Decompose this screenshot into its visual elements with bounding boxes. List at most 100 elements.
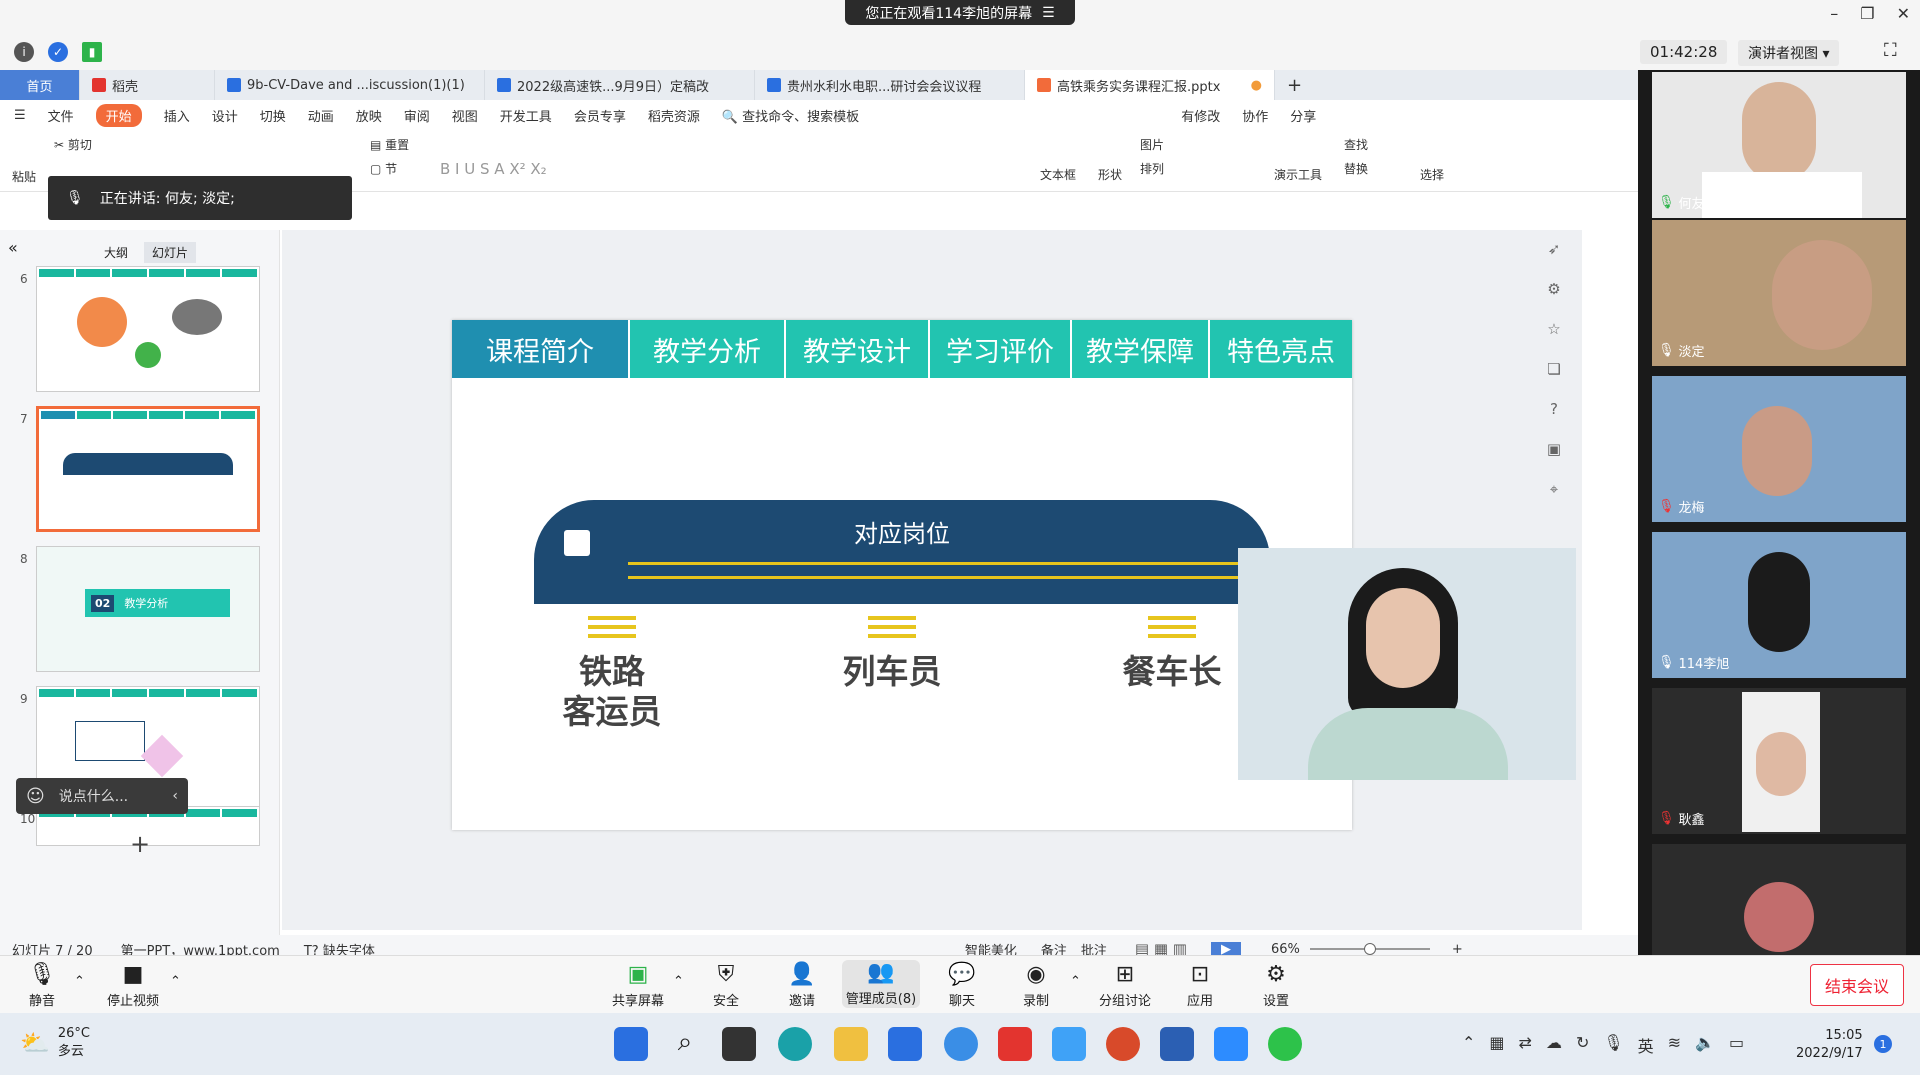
start-icon[interactable]	[614, 1027, 648, 1061]
settings-button[interactable]: ⚙ 设置	[1256, 962, 1296, 1009]
command-search[interactable]: 🔍 查找命令、搜索模板	[722, 106, 859, 125]
video-tile[interactable]: 🎙 龙梅	[1652, 376, 1906, 522]
tab-outline[interactable]: 大纲	[96, 242, 136, 263]
menu-design[interactable]: 设计	[212, 106, 238, 125]
weather-widget[interactable]: ⛅ 26°C 多云	[20, 1025, 90, 1061]
presentation-tools-button[interactable]: 演示工具	[1274, 166, 1322, 183]
tab-doc-2[interactable]: 2022级高速铁...9月9日）定稿改	[485, 70, 755, 100]
settings-icon[interactable]: ⚙	[1547, 280, 1560, 298]
slide-thumbnail-7[interactable]	[36, 406, 260, 532]
minimize-icon[interactable]: –	[1830, 4, 1838, 23]
volume-icon[interactable]: 🔈	[1695, 1033, 1715, 1057]
edge-icon[interactable]	[778, 1027, 812, 1061]
share-options-chevron-icon[interactable]: ⌃	[673, 974, 684, 989]
huawei-icon[interactable]	[998, 1027, 1032, 1061]
video-options-chevron-icon[interactable]: ⌃	[170, 974, 181, 989]
record-options-chevron-icon[interactable]: ⌃	[1070, 974, 1081, 989]
presenter-view-button[interactable]: 演讲者视图 ▾	[1738, 40, 1840, 66]
shield-icon[interactable]: ✓	[48, 42, 68, 62]
replace-button[interactable]: 替换	[1344, 160, 1368, 177]
add-slide-button[interactable]: +	[130, 830, 150, 858]
apps-button[interactable]: ⊡ 应用	[1180, 962, 1220, 1009]
floating-camera-video[interactable]	[1238, 548, 1576, 780]
menu-docer-resources[interactable]: 稻壳资源	[648, 106, 700, 125]
video-tile[interactable]: 🎙 淡定	[1652, 220, 1906, 366]
notification-badge[interactable]: 1	[1874, 1035, 1892, 1053]
cut-button[interactable]: ✂ 剪切	[54, 136, 92, 153]
reset-button[interactable]: ▤ 重置	[370, 136, 409, 153]
picture-button[interactable]: 图片	[1140, 136, 1164, 153]
microphone-icon[interactable]: 🎙	[1603, 1033, 1623, 1057]
menu-view[interactable]: 视图	[452, 106, 478, 125]
invite-button[interactable]: 👤 邀请	[782, 962, 822, 1009]
chat-button[interactable]: 💬 聊天	[942, 962, 982, 1009]
slide-thumbnail-6[interactable]	[36, 266, 260, 392]
wps-ppt-icon[interactable]	[1106, 1027, 1140, 1061]
clock[interactable]: 15:05 2022/9/17	[1796, 1027, 1863, 1063]
tab-home[interactable]: 首页	[0, 70, 80, 100]
battery-icon[interactable]: ▭	[1729, 1033, 1744, 1057]
video-tile[interactable]: 🎙 何友	[1652, 72, 1906, 218]
find-button[interactable]: 查找	[1344, 136, 1368, 153]
menu-icon[interactable]: ☰	[1042, 5, 1055, 21]
share-screen-button[interactable]: ▣ 共享屏幕	[608, 962, 668, 1009]
close-icon[interactable]: ✕	[1897, 4, 1910, 23]
tab-docer[interactable]: 稻壳	[80, 70, 215, 100]
star-icon[interactable]: ☆	[1547, 320, 1560, 338]
audio-options-chevron-icon[interactable]: ⌃	[74, 974, 85, 989]
menu-share[interactable]: 分享	[1290, 106, 1316, 125]
mail-icon[interactable]	[888, 1027, 922, 1061]
paste-button[interactable]: 粘贴	[12, 168, 36, 185]
onedrive-icon[interactable]: ☁	[1546, 1033, 1562, 1057]
word-icon[interactable]	[1160, 1027, 1194, 1061]
menu-transition[interactable]: 切换	[260, 106, 286, 125]
collapse-chat-icon[interactable]: ‹	[172, 788, 188, 804]
menu-review[interactable]: 审阅	[404, 106, 430, 125]
video-tile[interactable]: 🎙 114李旭	[1652, 532, 1906, 678]
menu-start[interactable]: 开始	[95, 103, 142, 127]
cloud-app-icon[interactable]	[1052, 1027, 1086, 1061]
menu-collab[interactable]: 协作	[1242, 106, 1268, 125]
tray-sync-icon[interactable]: ⇄	[1519, 1033, 1532, 1057]
menu-animation[interactable]: 动画	[308, 106, 334, 125]
menu-dev-tools[interactable]: 开发工具	[500, 106, 552, 125]
menu-member[interactable]: 会员专享	[574, 106, 626, 125]
emoji-icon[interactable]: ☺	[26, 786, 45, 807]
ime-indicator[interactable]: 英	[1638, 1033, 1654, 1057]
textbox-button[interactable]: 文本框	[1040, 166, 1076, 183]
browser-icon[interactable]	[944, 1027, 978, 1061]
update-icon[interactable]: ↻	[1576, 1033, 1589, 1057]
breakout-rooms-button[interactable]: ⊞ 分组讨论	[1096, 962, 1154, 1009]
file-explorer-icon[interactable]	[834, 1027, 868, 1061]
menu-slideshow[interactable]: 放映	[356, 106, 382, 125]
share-banner[interactable]: 您正在观看114李旭的屏幕 ☰	[845, 0, 1075, 25]
collapse-panel-icon[interactable]: «	[8, 238, 18, 257]
wifi-icon[interactable]: ≋	[1668, 1033, 1681, 1057]
tray-expand-icon[interactable]: ⌃	[1462, 1033, 1475, 1057]
tab-doc-1[interactable]: 9b-CV-Dave and ...iscussion(1)(1)	[215, 70, 485, 100]
image-icon[interactable]: ▣	[1547, 440, 1561, 458]
zoom-icon[interactable]	[1214, 1027, 1248, 1061]
menu-icon[interactable]: ☰	[14, 108, 26, 123]
slide-thumbnail-8[interactable]: 02 教学分析	[36, 546, 260, 672]
wechat-icon[interactable]	[1268, 1027, 1302, 1061]
task-view-icon[interactable]	[722, 1027, 756, 1061]
copy-icon[interactable]: ❏	[1547, 360, 1560, 378]
tab-ppt-active[interactable]: 高铁乘务实务课程汇报.pptx ●	[1025, 70, 1275, 100]
tab-doc-3[interactable]: 贵州水利水电职...研讨会会议议程	[755, 70, 1025, 100]
end-meeting-button[interactable]: 结束会议	[1810, 964, 1904, 1006]
section-button[interactable]: ▢ 节	[370, 160, 397, 177]
restore-icon[interactable]: ❐	[1860, 4, 1874, 23]
manage-participants-button[interactable]: 👥 管理成员(8)	[842, 960, 920, 1008]
info-icon[interactable]: i	[14, 42, 34, 62]
menu-modified[interactable]: 有修改	[1181, 106, 1220, 125]
signal-icon[interactable]: ▮	[82, 42, 102, 62]
font-format-buttons[interactable]: B I U S A X² X₂	[440, 160, 547, 178]
tray-app-icon[interactable]: ▦	[1489, 1033, 1504, 1057]
location-icon[interactable]: ⌖	[1550, 480, 1558, 498]
menu-insert[interactable]: 插入	[164, 106, 190, 125]
mute-button[interactable]: 🎙 静音	[20, 962, 64, 1009]
help-icon[interactable]: ?	[1550, 400, 1558, 418]
stop-video-button[interactable]: ■ 停止视频	[100, 962, 166, 1009]
record-button[interactable]: ◉ 录制	[1016, 962, 1056, 1009]
